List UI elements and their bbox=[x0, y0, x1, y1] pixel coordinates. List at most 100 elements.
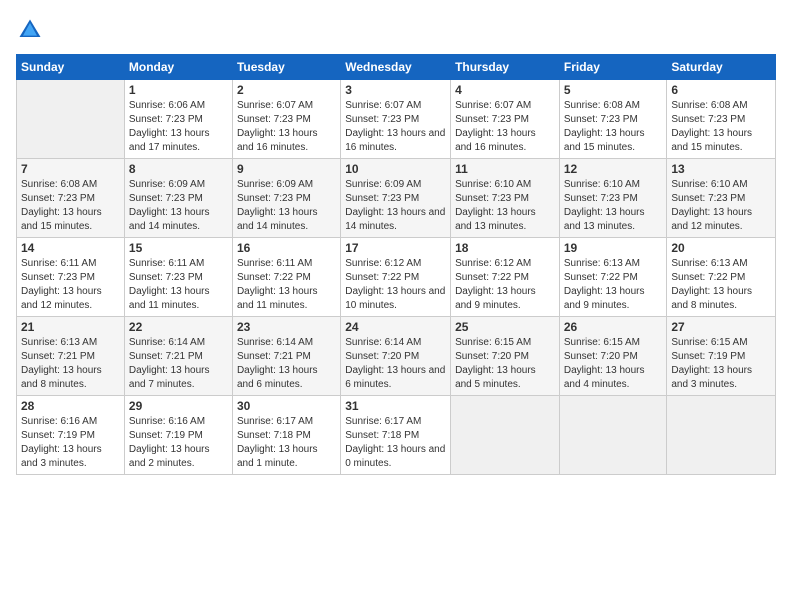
day-number: 11 bbox=[455, 162, 555, 176]
calendar-cell bbox=[559, 396, 667, 475]
day-info: Sunrise: 6:14 AM Sunset: 7:20 PM Dayligh… bbox=[345, 336, 446, 392]
calendar-cell: 9 Sunrise: 6:09 AM Sunset: 7:23 PM Daylig… bbox=[232, 159, 340, 238]
day-info: Sunrise: 6:08 AM Sunset: 7:23 PM Dayligh… bbox=[564, 99, 663, 155]
day-info: Sunrise: 6:07 AM Sunset: 7:23 PM Dayligh… bbox=[345, 99, 446, 155]
calendar-cell: 23 Sunrise: 6:14 AM Sunset: 7:21 PM Dayli… bbox=[232, 317, 340, 396]
day-info: Sunrise: 6:07 AM Sunset: 7:23 PM Dayligh… bbox=[455, 99, 555, 155]
day-number: 21 bbox=[21, 320, 120, 334]
calendar-cell: 27Sunrise: 6:15 AM Sunset: 7:19 PM Dayli… bbox=[667, 317, 776, 396]
calendar-cell: 17 Sunrise: 6:12 AM Sunset: 7:22 PM Dayli… bbox=[341, 238, 451, 317]
page-container: SundayMondayTuesdayWednesdayThursdayFrid… bbox=[0, 0, 792, 483]
calendar-cell: 20Sunrise: 6:13 AM Sunset: 7:22 PM Dayli… bbox=[667, 238, 776, 317]
day-info: Sunrise: 6:17 AM Sunset: 7:18 PM Dayligh… bbox=[345, 415, 446, 471]
day-number: 5 bbox=[564, 83, 663, 97]
calendar-cell bbox=[17, 80, 125, 159]
day-info: Sunrise: 6:09 AM Sunset: 7:23 PM Dayligh… bbox=[129, 178, 228, 234]
calendar-week-2: 7 Sunrise: 6:08 AM Sunset: 7:23 PM Daylig… bbox=[17, 159, 776, 238]
day-number: 18 bbox=[455, 241, 555, 255]
day-number: 8 bbox=[129, 162, 228, 176]
calendar-cell: 16 Sunrise: 6:11 AM Sunset: 7:22 PM Dayli… bbox=[232, 238, 340, 317]
day-number: 1 bbox=[129, 83, 228, 97]
calendar-cell: 1 Sunrise: 6:06 AM Sunset: 7:23 PM Daylig… bbox=[124, 80, 232, 159]
day-number: 24 bbox=[345, 320, 446, 334]
day-number: 15 bbox=[129, 241, 228, 255]
day-info: Sunrise: 6:12 AM Sunset: 7:22 PM Dayligh… bbox=[455, 257, 555, 313]
day-info: Sunrise: 6:10 AM Sunset: 7:23 PM Dayligh… bbox=[455, 178, 555, 234]
day-number: 19 bbox=[564, 241, 663, 255]
day-info: Sunrise: 6:15 AM Sunset: 7:20 PM Dayligh… bbox=[455, 336, 555, 392]
weekday-header-wednesday: Wednesday bbox=[341, 55, 451, 80]
calendar-cell bbox=[667, 396, 776, 475]
calendar-week-1: 1 Sunrise: 6:06 AM Sunset: 7:23 PM Daylig… bbox=[17, 80, 776, 159]
day-number: 20 bbox=[671, 241, 771, 255]
calendar-cell: 3 Sunrise: 6:07 AM Sunset: 7:23 PM Daylig… bbox=[341, 80, 451, 159]
calendar-cell: 4 Sunrise: 6:07 AM Sunset: 7:23 PM Daylig… bbox=[451, 80, 560, 159]
calendar-cell: 13 Sunrise: 6:10 AM Sunset: 7:23 PM Dayli… bbox=[667, 159, 776, 238]
weekday-header-thursday: Thursday bbox=[451, 55, 560, 80]
calendar-cell: 2 Sunrise: 6:07 AM Sunset: 7:23 PM Daylig… bbox=[232, 80, 340, 159]
day-info: Sunrise: 6:14 AM Sunset: 7:21 PM Dayligh… bbox=[237, 336, 336, 392]
day-number: 29 bbox=[129, 399, 228, 413]
day-number: 13 bbox=[671, 162, 771, 176]
day-info: Sunrise: 6:09 AM Sunset: 7:23 PM Dayligh… bbox=[237, 178, 336, 234]
logo-icon bbox=[16, 16, 44, 44]
day-info: Sunrise: 6:06 AM Sunset: 7:23 PM Dayligh… bbox=[129, 99, 228, 155]
calendar-week-5: 28Sunrise: 6:16 AM Sunset: 7:19 PM Dayli… bbox=[17, 396, 776, 475]
calendar-cell: 26Sunrise: 6:15 AM Sunset: 7:20 PM Dayli… bbox=[559, 317, 667, 396]
day-number: 17 bbox=[345, 241, 446, 255]
day-number: 12 bbox=[564, 162, 663, 176]
day-info: Sunrise: 6:07 AM Sunset: 7:23 PM Dayligh… bbox=[237, 99, 336, 155]
day-number: 7 bbox=[21, 162, 120, 176]
calendar-cell bbox=[451, 396, 560, 475]
day-info: Sunrise: 6:12 AM Sunset: 7:22 PM Dayligh… bbox=[345, 257, 446, 313]
calendar-cell: 14Sunrise: 6:11 AM Sunset: 7:23 PM Dayli… bbox=[17, 238, 125, 317]
day-info: Sunrise: 6:13 AM Sunset: 7:22 PM Dayligh… bbox=[564, 257, 663, 313]
day-info: Sunrise: 6:10 AM Sunset: 7:23 PM Dayligh… bbox=[671, 178, 771, 234]
day-info: Sunrise: 6:15 AM Sunset: 7:19 PM Dayligh… bbox=[671, 336, 771, 392]
calendar-body: 1 Sunrise: 6:06 AM Sunset: 7:23 PM Daylig… bbox=[17, 80, 776, 475]
weekday-header-friday: Friday bbox=[559, 55, 667, 80]
calendar-cell: 15Sunrise: 6:11 AM Sunset: 7:23 PM Dayli… bbox=[124, 238, 232, 317]
day-info: Sunrise: 6:14 AM Sunset: 7:21 PM Dayligh… bbox=[129, 336, 228, 392]
calendar-cell: 22 Sunrise: 6:14 AM Sunset: 7:21 PM Dayli… bbox=[124, 317, 232, 396]
calendar-cell: 5 Sunrise: 6:08 AM Sunset: 7:23 PM Daylig… bbox=[559, 80, 667, 159]
calendar-cell: 11 Sunrise: 6:10 AM Sunset: 7:23 PM Dayli… bbox=[451, 159, 560, 238]
calendar-cell: 30Sunrise: 6:17 AM Sunset: 7:18 PM Dayli… bbox=[232, 396, 340, 475]
calendar-cell: 21 Sunrise: 6:13 AM Sunset: 7:21 PM Dayli… bbox=[17, 317, 125, 396]
day-number: 9 bbox=[237, 162, 336, 176]
day-info: Sunrise: 6:17 AM Sunset: 7:18 PM Dayligh… bbox=[237, 415, 336, 471]
day-number: 25 bbox=[455, 320, 555, 334]
calendar-cell: 7 Sunrise: 6:08 AM Sunset: 7:23 PM Daylig… bbox=[17, 159, 125, 238]
day-number: 22 bbox=[129, 320, 228, 334]
calendar-cell: 31 Sunrise: 6:17 AM Sunset: 7:18 PM Dayli… bbox=[341, 396, 451, 475]
day-number: 4 bbox=[455, 83, 555, 97]
weekday-header-monday: Monday bbox=[124, 55, 232, 80]
logo bbox=[16, 16, 48, 44]
day-info: Sunrise: 6:11 AM Sunset: 7:22 PM Dayligh… bbox=[237, 257, 336, 313]
calendar-cell: 28Sunrise: 6:16 AM Sunset: 7:19 PM Dayli… bbox=[17, 396, 125, 475]
day-number: 3 bbox=[345, 83, 446, 97]
weekday-header-sunday: Sunday bbox=[17, 55, 125, 80]
day-info: Sunrise: 6:08 AM Sunset: 7:23 PM Dayligh… bbox=[671, 99, 771, 155]
day-info: Sunrise: 6:08 AM Sunset: 7:23 PM Dayligh… bbox=[21, 178, 120, 234]
day-number: 31 bbox=[345, 399, 446, 413]
day-info: Sunrise: 6:13 AM Sunset: 7:21 PM Dayligh… bbox=[21, 336, 120, 392]
day-number: 16 bbox=[237, 241, 336, 255]
day-number: 23 bbox=[237, 320, 336, 334]
day-info: Sunrise: 6:09 AM Sunset: 7:23 PM Dayligh… bbox=[345, 178, 446, 234]
header bbox=[16, 16, 776, 44]
day-number: 28 bbox=[21, 399, 120, 413]
day-number: 6 bbox=[671, 83, 771, 97]
calendar-cell: 6 Sunrise: 6:08 AM Sunset: 7:23 PM Daylig… bbox=[667, 80, 776, 159]
calendar-cell: 12Sunrise: 6:10 AM Sunset: 7:23 PM Dayli… bbox=[559, 159, 667, 238]
calendar-week-4: 21 Sunrise: 6:13 AM Sunset: 7:21 PM Dayli… bbox=[17, 317, 776, 396]
weekday-row: SundayMondayTuesdayWednesdayThursdayFrid… bbox=[17, 55, 776, 80]
calendar-week-3: 14Sunrise: 6:11 AM Sunset: 7:23 PM Dayli… bbox=[17, 238, 776, 317]
weekday-header-tuesday: Tuesday bbox=[232, 55, 340, 80]
day-info: Sunrise: 6:15 AM Sunset: 7:20 PM Dayligh… bbox=[564, 336, 663, 392]
day-info: Sunrise: 6:11 AM Sunset: 7:23 PM Dayligh… bbox=[21, 257, 120, 313]
day-number: 10 bbox=[345, 162, 446, 176]
calendar-cell: 19 Sunrise: 6:13 AM Sunset: 7:22 PM Dayli… bbox=[559, 238, 667, 317]
calendar-cell: 29Sunrise: 6:16 AM Sunset: 7:19 PM Dayli… bbox=[124, 396, 232, 475]
day-number: 2 bbox=[237, 83, 336, 97]
